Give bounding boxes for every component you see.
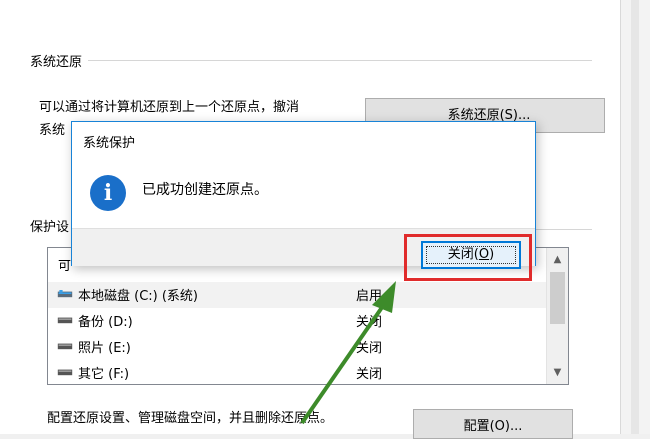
restore-group-line xyxy=(30,60,592,61)
drive-label: 其它 (F:) xyxy=(78,367,130,382)
scroll-thumb[interactable] xyxy=(550,272,565,324)
drive-label: 备份 (D:) xyxy=(78,315,133,330)
scroll-down-icon[interactable]: ▼ xyxy=(550,365,565,380)
list-column-header: 可 xyxy=(58,259,72,274)
close-button-highlight xyxy=(404,234,532,281)
annotation-arrow-icon xyxy=(300,281,396,425)
scroll-up-icon[interactable]: ▲ xyxy=(550,252,565,267)
restore-description-line2: 系统 xyxy=(39,123,66,138)
drive-icon xyxy=(57,369,73,376)
drive-icon xyxy=(57,343,73,350)
drive-label: 照片 (E:) xyxy=(78,341,131,356)
restore-group-label: 系统还原 xyxy=(30,51,89,70)
info-icon: i xyxy=(90,175,126,211)
drive-icon xyxy=(57,317,73,324)
drive-label: 本地磁盘 (C:) (系统) xyxy=(78,289,199,304)
dialog-title: 系统保护 xyxy=(83,136,136,151)
dialog-message: 已成功创建还原点。 xyxy=(142,182,268,198)
drive-list-scrollbar[interactable]: ▲ ▼ xyxy=(546,248,568,384)
protection-group-label: 保护设 xyxy=(30,216,76,235)
system-drive-icon xyxy=(57,290,73,298)
window-edge-scrollbar xyxy=(620,0,650,434)
scroll-track xyxy=(631,0,639,434)
restore-description-line1: 可以通过将计算机还原到上一个还原点，撤消 xyxy=(39,100,300,115)
configure-button[interactable]: 配置(O)... xyxy=(413,409,573,439)
